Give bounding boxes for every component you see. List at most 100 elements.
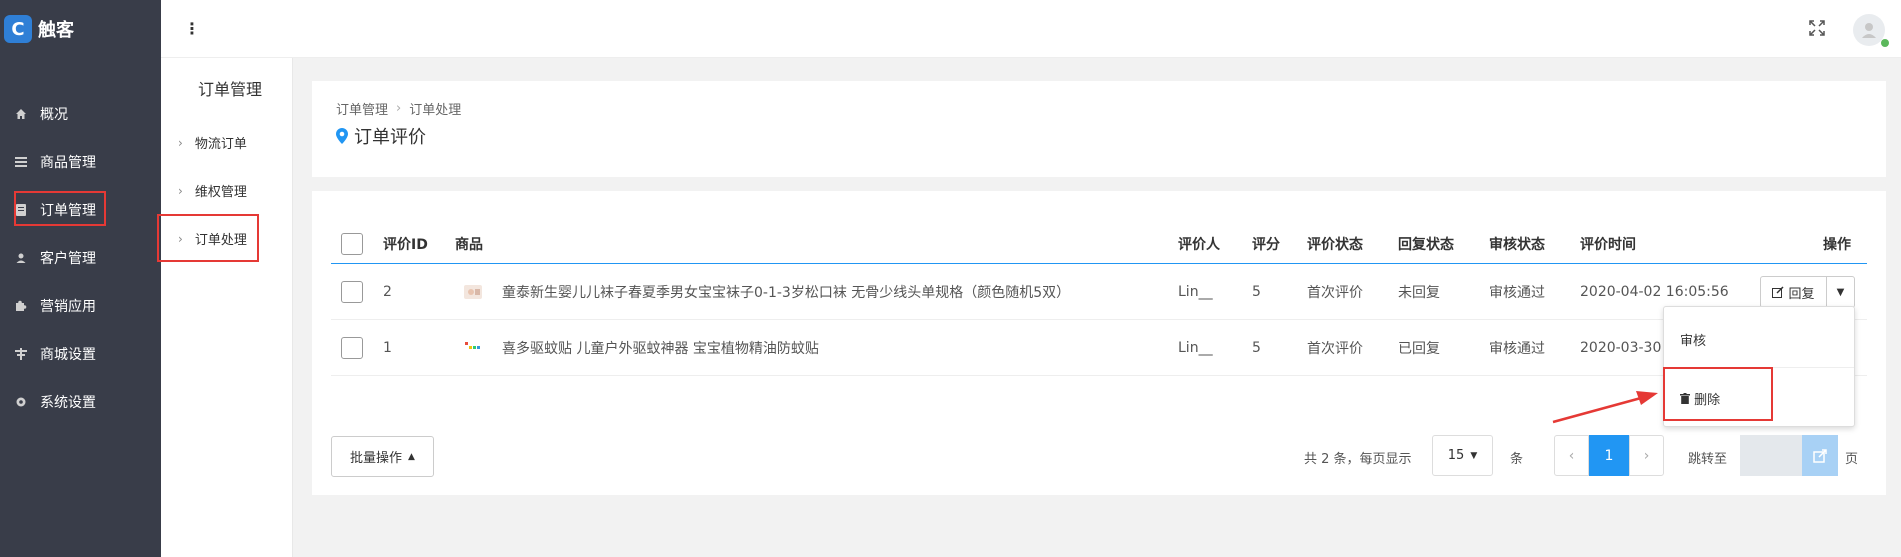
reviewer: Lin__: [1178, 339, 1213, 356]
header-time: 评价时间: [1580, 236, 1636, 253]
sidebar-item-system-settings[interactable]: 系统设置: [0, 378, 161, 426]
score: 5: [1252, 339, 1261, 356]
sidebar-item-products[interactable]: 商品管理: [0, 138, 161, 186]
header-review-status: 评价状态: [1307, 236, 1363, 253]
external-link-icon: [1813, 448, 1827, 463]
review-status: 首次评价: [1307, 284, 1363, 301]
reply-status: 未回复: [1398, 284, 1440, 301]
product-thumbnail[interactable]: [463, 282, 483, 302]
breadcrumb-root[interactable]: 订单管理: [336, 99, 388, 118]
header-score: 评分: [1252, 236, 1280, 253]
product-thumbnail[interactable]: [463, 338, 483, 358]
gear-icon: [14, 395, 28, 409]
top-bar: ⋮: [161, 0, 1901, 58]
review-status: 首次评价: [1307, 340, 1363, 357]
row-checkbox[interactable]: [341, 280, 363, 303]
next-page-button[interactable]: ›: [1629, 435, 1664, 476]
sidebar-item-customers[interactable]: 客户管理: [0, 234, 161, 282]
sidebar-item-label: 商品管理: [40, 155, 96, 171]
chevron-right-icon: ›: [178, 183, 183, 198]
review-id: 1: [383, 339, 392, 356]
header-reviewer: 评价人: [1178, 236, 1220, 253]
product-name[interactable]: 童泰新生婴儿儿袜子春夏季男女宝宝袜子0-1-3岁松口袜 无骨少线头单规格（颜色随…: [502, 282, 1070, 302]
batch-actions-button[interactable]: 批量操作 ▲: [331, 436, 434, 477]
product-name[interactable]: 喜多驱蚊贴 儿童户外驱蚊神器 宝宝植物精油防蚊贴: [502, 338, 819, 358]
header-id: 评价ID: [383, 236, 428, 253]
sidebar-nav: 概况 商品管理 订单管理 客户管理 营销应用 商城设置 系统设置: [0, 90, 161, 426]
chevron-right-icon: ›: [178, 135, 183, 150]
review-table-card: 评价ID 商品 评价人 评分 评价状态 回复状态 审核状态 评价时间 操作 2 …: [312, 191, 1886, 495]
menu-item-audit[interactable]: 审核: [1680, 330, 1706, 349]
review-time: 2020-03-30: [1580, 339, 1662, 356]
header-card: 订单管理 › 订单处理 订单评价: [312, 81, 1886, 177]
highlight-box-order-nav: [14, 191, 106, 226]
sidebar-item-label: 客户管理: [40, 251, 96, 267]
row-checkbox[interactable]: [341, 336, 363, 359]
header-audit-status: 审核状态: [1489, 236, 1545, 253]
prev-page-button[interactable]: ‹: [1554, 435, 1589, 476]
page-title-text: 订单评价: [354, 127, 426, 148]
header-product: 商品: [455, 236, 483, 253]
review-id: 2: [383, 283, 392, 300]
more-menu-icon[interactable]: ⋮: [184, 19, 200, 38]
score: 5: [1252, 283, 1261, 300]
caret-down-icon: ▼: [1470, 450, 1478, 461]
list-icon: [14, 155, 28, 169]
main-sidebar: C 触客 概况 商品管理 订单管理 客户管理 营销应用 商城设置 系统设置: [0, 0, 161, 557]
table-row: 2 童泰新生婴儿儿袜子春夏季男女宝宝袜子0-1-3岁松口袜 无骨少线头单规格（颜…: [331, 264, 1867, 320]
sub-item-label: 物流订单: [194, 137, 247, 152]
sub-sidebar: 订单管理 › 物流订单 › 维权管理 › 订单处理: [161, 58, 293, 557]
review-table: 评价ID 商品 评价人 评分 评价状态 回复状态 审核状态 评价时间 操作 2 …: [331, 224, 1867, 376]
location-pin-icon: [336, 128, 348, 144]
goto-page-button[interactable]: [1802, 435, 1838, 476]
audit-status: 审核通过: [1489, 284, 1545, 301]
per-page-select[interactable]: 15 ▼: [1432, 435, 1493, 476]
sidebar-item-marketing[interactable]: 营销应用: [0, 282, 161, 330]
caret-up-icon: ▲: [408, 451, 415, 462]
home-icon: [14, 107, 28, 121]
shop-icon: [14, 347, 28, 361]
page-suffix: 页: [1845, 452, 1859, 467]
header-action: 操作: [1823, 236, 1851, 253]
sub-item-label: 维权管理: [194, 185, 247, 200]
total-count-text: 共 2 条，每页显示: [1304, 452, 1412, 467]
table-header: 评价ID 商品 评价人 评分 评价状态 回复状态 审核状态 评价时间 操作: [331, 224, 1867, 264]
batch-actions-label: 批量操作: [350, 451, 403, 466]
select-all-checkbox[interactable]: [341, 232, 363, 255]
audit-status: 审核通过: [1489, 340, 1545, 357]
sidebar-item-label: 商城设置: [40, 347, 96, 363]
page-title: 订单评价: [336, 123, 426, 149]
sub-item-logistics[interactable]: › 物流订单: [178, 133, 247, 153]
per-page-unit: 条: [1510, 452, 1524, 467]
table-row: 1 喜多驱蚊贴 儿童户外驱蚊神器 宝宝植物精油防蚊贴 Lin__ 5 首次评价 …: [331, 320, 1867, 376]
breadcrumb-separator-icon: ›: [396, 101, 402, 116]
sidebar-item-label: 系统设置: [40, 395, 96, 411]
sidebar-item-overview[interactable]: 概况: [0, 90, 161, 138]
edit-icon: [1772, 286, 1785, 298]
logo-text: 触客: [38, 20, 74, 41]
user-icon: [14, 251, 28, 265]
goto-page-input[interactable]: [1740, 435, 1802, 476]
header-reply-status: 回复状态: [1398, 236, 1454, 253]
page-1-button[interactable]: 1: [1589, 435, 1629, 476]
sidebar-item-shop-settings[interactable]: 商城设置: [0, 330, 161, 378]
sub-sidebar-title: 订单管理: [198, 80, 263, 99]
highlight-box-delete: [1663, 367, 1773, 421]
review-time: 2020-04-02 16:05:56: [1580, 283, 1729, 300]
sub-item-rights[interactable]: › 维权管理: [178, 181, 247, 201]
breadcrumb-current: 订单处理: [409, 103, 462, 118]
reply-split-button: 回复 ▼: [1760, 276, 1855, 308]
reviewer: Lin__: [1178, 283, 1213, 300]
fullscreen-icon[interactable]: [1809, 20, 1827, 38]
breadcrumb: 订单管理 › 订单处理: [336, 99, 461, 118]
logo[interactable]: C 触客: [0, 0, 161, 58]
logo-mark: C: [4, 15, 32, 43]
reply-button[interactable]: 回复: [1761, 277, 1826, 307]
puzzle-icon: [14, 299, 28, 313]
caret-down-icon[interactable]: ▼: [1826, 277, 1854, 307]
per-page-value: 15: [1447, 448, 1465, 463]
sidebar-item-label: 营销应用: [40, 299, 96, 315]
sidebar-item-label: 概况: [40, 107, 68, 123]
goto-label: 跳转至: [1688, 452, 1728, 467]
highlight-box-order-processing: [157, 214, 259, 262]
